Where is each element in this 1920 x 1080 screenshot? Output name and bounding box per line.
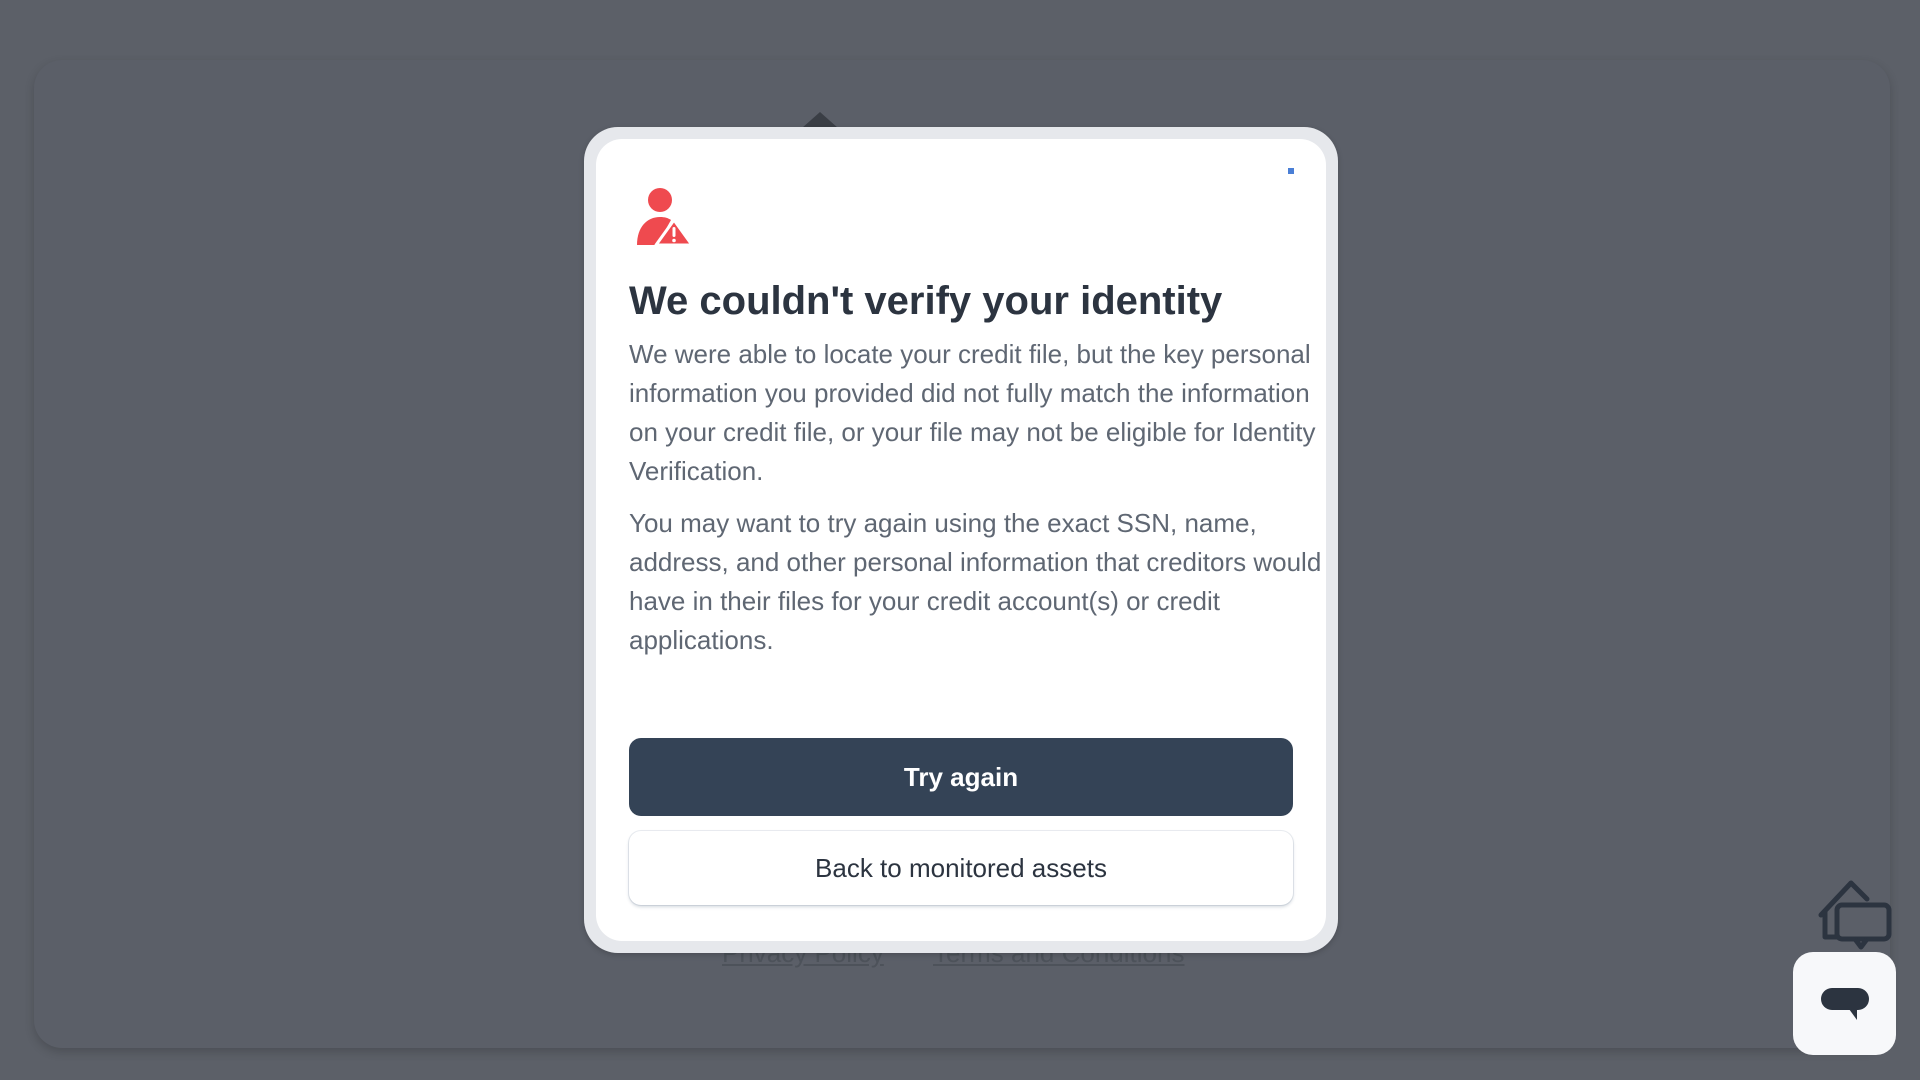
chat-widget-button[interactable] (1793, 952, 1896, 1055)
modal-frame: We couldn't verify your identity We were… (584, 127, 1338, 953)
dialog-advice: You may want to try again using the exac… (629, 508, 1322, 655)
home-chat-icon[interactable] (1815, 875, 1895, 951)
chat-bubble-icon (1820, 987, 1869, 1020)
dialog-message: We were able to locate your credit file,… (629, 339, 1316, 486)
user-alert-icon (637, 188, 693, 247)
back-to-monitored-assets-button[interactable]: Back to monitored assets (629, 831, 1293, 905)
dialog-title: We couldn't verify your identity (629, 279, 1223, 323)
identity-error-dialog: We couldn't verify your identity We were… (596, 139, 1326, 941)
close-icon[interactable] (1288, 168, 1294, 174)
try-again-button[interactable]: Try again (629, 738, 1293, 816)
